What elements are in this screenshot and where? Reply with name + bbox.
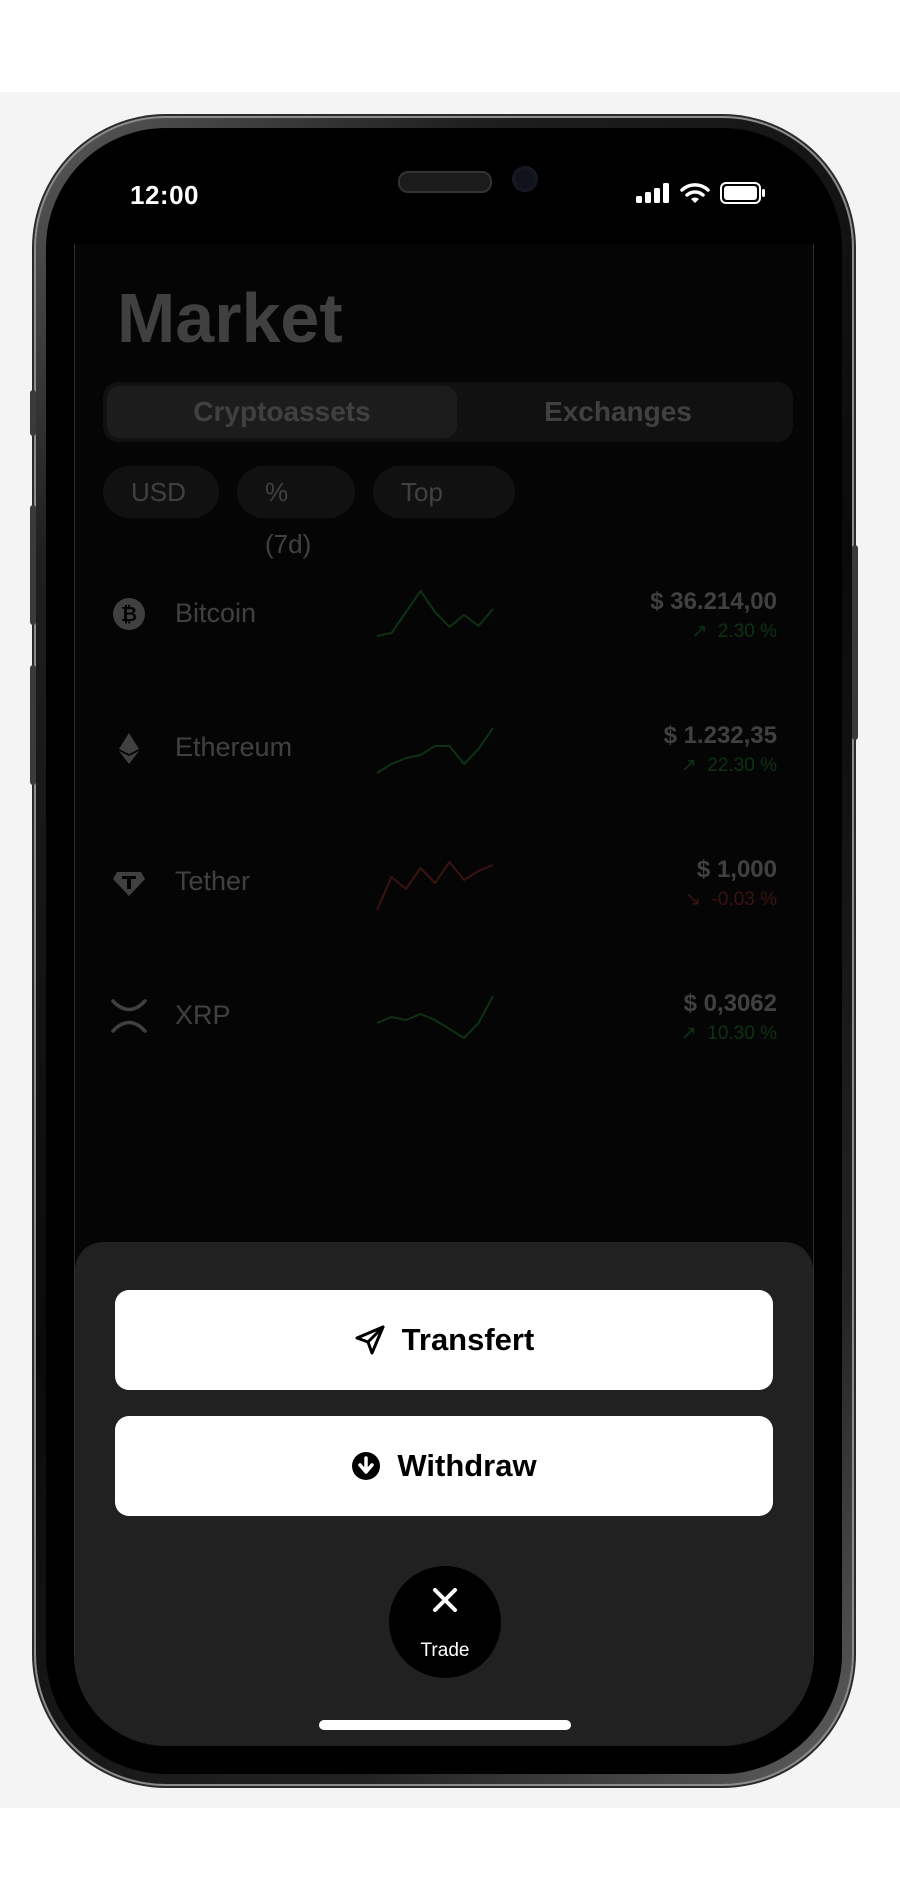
app-screen: Market Cryptoassets Exchanges USD % (7d)… bbox=[74, 244, 814, 1746]
page-title: Market bbox=[117, 279, 343, 357]
trade-button-label: Trade bbox=[420, 1640, 470, 1661]
sparkline-path bbox=[376, 995, 494, 1039]
tab-exchanges[interactable]: Exchanges bbox=[443, 386, 793, 438]
currency-filter-chip[interactable]: USD bbox=[103, 466, 219, 518]
cellular-signal-icon bbox=[636, 183, 669, 203]
coin-sparkline bbox=[376, 727, 494, 774]
coin-name: XRP bbox=[175, 1000, 231, 1030]
coin-name: Ethereum bbox=[175, 732, 293, 762]
status-time: 12:00 bbox=[130, 180, 199, 210]
market-tabs: Cryptoassets Exchanges bbox=[103, 382, 793, 442]
coin-change: ↗ 10.30 % bbox=[681, 1022, 777, 1045]
bitcoin-icon: ₿ bbox=[113, 598, 145, 630]
coin-price: $ 0,3062 bbox=[683, 990, 777, 1017]
coin-price: $ 1.232,35 bbox=[663, 722, 777, 749]
page-bottom-band bbox=[0, 1808, 900, 1900]
wifi-icon bbox=[680, 183, 710, 203]
trend-up-icon: ↗ bbox=[680, 1023, 697, 1044]
coin-row-xrp[interactable]: XRP $ 0,3062 ↗ 10.30 % bbox=[75, 972, 813, 1062]
tab-cryptoassets[interactable]: Cryptoassets bbox=[107, 386, 457, 438]
sparkline-path bbox=[376, 590, 494, 637]
status-icons bbox=[636, 182, 766, 204]
coin-sparkline bbox=[376, 590, 494, 637]
trend-up-icon: ↗ bbox=[691, 621, 708, 642]
coin-sparkline bbox=[376, 861, 494, 911]
withdraw-button[interactable]: Withdraw bbox=[115, 1416, 773, 1516]
coin-row-tether[interactable]: Tether $ 1,000 ↘ -0.03 % bbox=[75, 838, 813, 928]
battery-icon bbox=[720, 182, 765, 204]
action-sheet: Transfert Withdraw Trade bbox=[75, 1242, 813, 1746]
trend-down-icon: ↘ bbox=[685, 889, 701, 910]
coin-row-ethereum[interactable]: Ethereum $ 1.232,35 ↗ 22.30 % bbox=[75, 704, 813, 794]
coin-row-bitcoin[interactable]: ₿ Bitcoin $ 36.214,00 ↗ 2.30 % bbox=[75, 570, 813, 660]
transfer-button-label: Transfert bbox=[401, 1322, 535, 1357]
svg-text:₿: ₿ bbox=[121, 604, 137, 626]
volume-up-button bbox=[30, 505, 36, 625]
arrow-down-circle-icon bbox=[352, 1452, 381, 1480]
tether-icon bbox=[113, 872, 145, 896]
coin-name: Tether bbox=[175, 866, 251, 896]
status-bar: 12:00 bbox=[74, 170, 812, 226]
sparkline-path bbox=[376, 727, 494, 774]
power-button bbox=[852, 545, 858, 740]
coin-change: ↗ 2.30 % bbox=[691, 620, 777, 643]
coin-change-value: 2.30 % bbox=[717, 621, 777, 642]
period-filter-chip[interactable]: % (7d) bbox=[237, 466, 355, 559]
transfer-button[interactable]: Transfert bbox=[115, 1290, 773, 1390]
ethereum-icon bbox=[119, 733, 139, 764]
close-icon bbox=[433, 1588, 457, 1612]
home-indicator bbox=[319, 1720, 571, 1730]
coin-change-value: -0.03 % bbox=[711, 889, 777, 910]
volume-down-button bbox=[30, 665, 36, 785]
sparkline-path bbox=[376, 861, 494, 911]
coin-price: $ 36.214,00 bbox=[650, 588, 777, 615]
sort-filter-chip[interactable]: Top bbox=[373, 466, 515, 518]
trend-up-icon: ↗ bbox=[680, 755, 697, 776]
coin-change: ↘ -0.03 % bbox=[685, 888, 777, 911]
coin-change-value: 10.30 % bbox=[707, 1023, 777, 1044]
coin-change-value: 22.30 % bbox=[707, 755, 777, 776]
coin-sparkline bbox=[376, 995, 494, 1039]
silent-switch bbox=[30, 390, 36, 436]
coin-name: Bitcoin bbox=[175, 598, 257, 628]
xrp-icon bbox=[111, 999, 147, 1033]
trade-close-button[interactable]: Trade bbox=[389, 1566, 501, 1678]
coin-price: $ 1,000 bbox=[696, 856, 777, 883]
withdraw-button-label: Withdraw bbox=[397, 1448, 537, 1483]
send-icon bbox=[355, 1325, 385, 1355]
coin-change: ↗ 22.30 % bbox=[681, 754, 777, 777]
page-top-band bbox=[0, 0, 900, 92]
